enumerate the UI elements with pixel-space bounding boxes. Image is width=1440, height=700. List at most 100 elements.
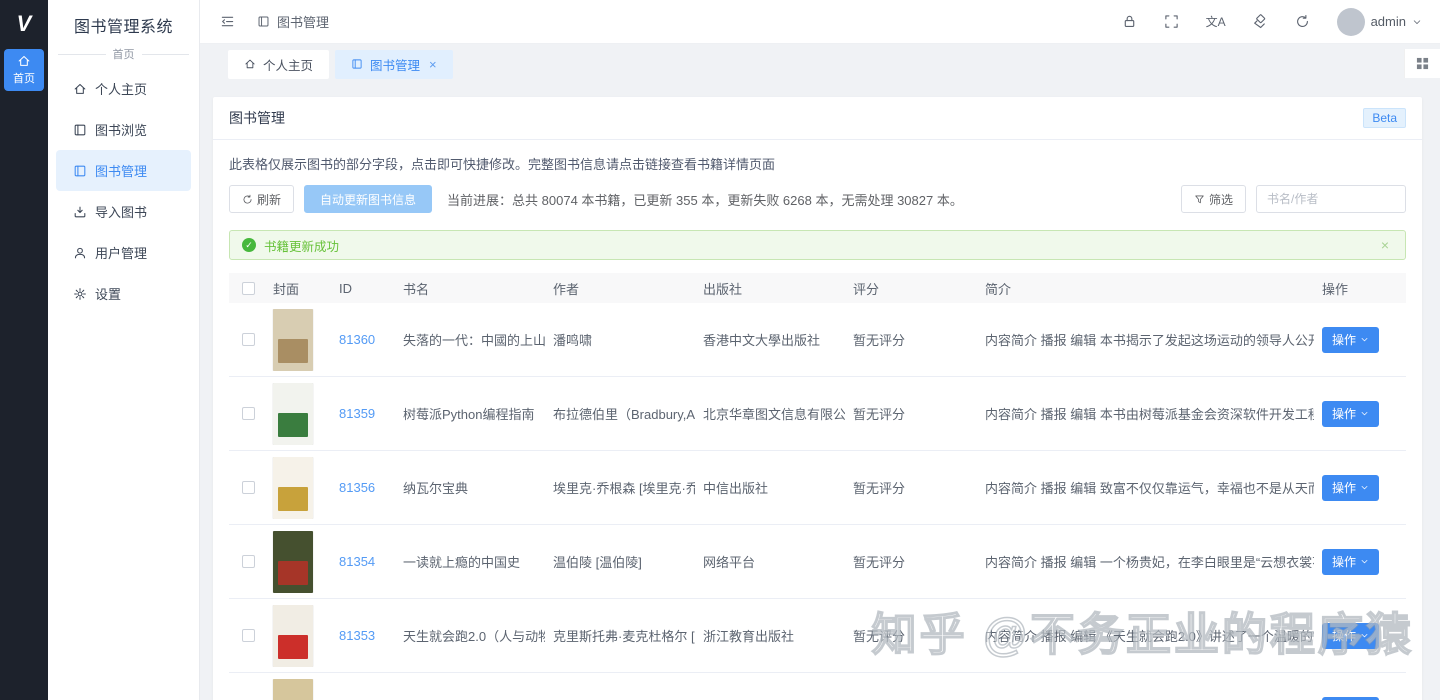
chevron-down-icon xyxy=(1360,631,1369,640)
auto-update-button[interactable]: 自动更新图书信息 xyxy=(304,185,432,213)
card-header: 图书管理 Beta xyxy=(213,97,1422,140)
fullscreen-icon[interactable] xyxy=(1164,14,1179,29)
book-intro-cell[interactable]: 内容简介 播报 编辑 《天生就会跑2.0》讲述了一个温暖的故事，驴兄 xyxy=(977,626,1314,645)
book-title-cell[interactable]: 纳瓦尔宝典 xyxy=(395,478,545,497)
card-body: 此表格仅展示图书的部分字段，点击即可快捷修改。完整图书信息请点击链接查看书籍详情… xyxy=(213,140,1422,700)
book-id-link[interactable]: 81360 xyxy=(339,332,375,347)
search-input[interactable] xyxy=(1256,185,1406,213)
book-publisher-cell[interactable]: 香港中文大學出版社 xyxy=(695,330,845,349)
table-row: 81356 纳瓦尔宝典 埃里克·乔根森 [埃里克·乔根森] 中信出版社 暂无评分… xyxy=(229,451,1406,525)
tab-book-manage[interactable]: 图书管理 × xyxy=(335,50,453,79)
sidebar-item-book-manage[interactable]: 图书管理 xyxy=(56,150,191,191)
sidebar-divider-label: 首页 xyxy=(106,46,142,62)
app-title: 图书管理系统 xyxy=(48,0,199,37)
book-title-cell[interactable]: 失落的一代：中國的上山下乡 xyxy=(395,330,545,349)
book-title-cell[interactable]: 一读就上瘾的中国史 xyxy=(395,552,545,571)
book-icon xyxy=(73,123,87,137)
book-rating-cell: 暂无评分 xyxy=(845,478,977,497)
avatar xyxy=(1337,8,1365,36)
rail-item-home[interactable]: 首页 xyxy=(4,49,44,91)
sidebar-fold-icon[interactable] xyxy=(220,14,235,29)
book-author-cell[interactable]: 克里斯托弗·麦克杜格尔 [克里斯托弗] xyxy=(545,626,695,645)
column-header-action: 操作 xyxy=(1314,279,1406,298)
tab-label: 个人主页 xyxy=(263,55,313,74)
translate-icon[interactable]: 文A xyxy=(1206,13,1226,30)
chevron-down-icon xyxy=(1360,483,1369,492)
row-checkbox[interactable] xyxy=(242,555,255,568)
home-icon xyxy=(73,82,87,96)
tab-profile[interactable]: 个人主页 xyxy=(228,50,329,79)
row-action-button[interactable]: 操作 xyxy=(1322,327,1379,353)
row-action-button[interactable]: 操作 xyxy=(1322,623,1379,649)
book-intro-cell[interactable]: 内容简介 播报 编辑 本书由树莓派基金会资深软件开发工程师亲笔撰写 xyxy=(977,404,1314,423)
sidebar-item-label: 图书管理 xyxy=(95,161,147,180)
chevron-down-icon xyxy=(1412,17,1422,27)
sidebar-item-profile[interactable]: 个人主页 xyxy=(48,68,199,109)
row-checkbox[interactable] xyxy=(242,629,255,642)
refresh-icon[interactable] xyxy=(1295,14,1310,29)
book-intro-cell[interactable]: 内容简介 播报 编辑 一个杨贵妃，在李白眼里是“云想衣裳花想容，看 xyxy=(977,552,1314,571)
app-root: V 首页 图书管理系统 首页 个人主页 图书浏览 图书管理 导入图书 xyxy=(0,0,1440,700)
alert-close-icon[interactable]: × xyxy=(1377,237,1393,253)
rail-sidebar: V 首页 xyxy=(0,0,48,700)
theme-icon[interactable] xyxy=(1253,14,1268,29)
book-intro-cell[interactable]: 内容简介 播报 编辑 本书揭示了发起这场运动的领导人公开或隐蔽的动机 xyxy=(977,330,1314,349)
select-all-checkbox[interactable] xyxy=(242,282,255,295)
grid-icon xyxy=(1416,57,1429,70)
book-publisher-cell[interactable]: 网络平台 xyxy=(695,552,845,571)
book-id-link[interactable]: 81353 xyxy=(339,628,375,643)
app-logo-icon: V xyxy=(17,9,32,39)
book-id-link[interactable]: 81356 xyxy=(339,480,375,495)
row-checkbox[interactable] xyxy=(242,481,255,494)
sidebar-item-import-books[interactable]: 导入图书 xyxy=(48,191,199,232)
table-header: 封面 ID 书名 作者 出版社 评分 简介 操作 xyxy=(229,273,1406,303)
table-row: 81352 金钱（经济危机为何反复发生） 约翰·肯尼思·加尔布雷思 [约翰] 中… xyxy=(229,673,1406,700)
cover-accent xyxy=(278,561,308,585)
tab-options-button[interactable] xyxy=(1404,49,1440,78)
book-rating-cell: 暂无评分 xyxy=(845,552,977,571)
sidebar-item-settings[interactable]: 设置 xyxy=(48,273,199,314)
refresh-button[interactable]: 刷新 xyxy=(229,185,294,213)
book-publisher-cell[interactable]: 北京华章图文信息有限公司 xyxy=(695,404,845,423)
breadcrumb[interactable]: 图书管理 xyxy=(257,12,329,31)
page-content: 图书管理 Beta 此表格仅展示图书的部分字段，点击即可快捷修改。完整图书信息请… xyxy=(200,84,1440,700)
row-action-button[interactable]: 操作 xyxy=(1322,549,1379,575)
book-author-cell[interactable]: 埃里克·乔根森 [埃里克·乔根森] xyxy=(545,478,695,497)
row-checkbox[interactable] xyxy=(242,407,255,420)
book-publisher-cell[interactable]: 中信出版社 xyxy=(695,478,845,497)
sidebar-item-user-manage[interactable]: 用户管理 xyxy=(48,232,199,273)
sidebar-item-label: 图书浏览 xyxy=(95,120,147,139)
book-cover xyxy=(273,383,313,445)
book-rating-cell: 暂无评分 xyxy=(845,330,977,349)
book-manage-card: 图书管理 Beta 此表格仅展示图书的部分字段，点击即可快捷修改。完整图书信息请… xyxy=(213,97,1422,700)
success-alert: ✓ 书籍更新成功 × xyxy=(229,230,1406,260)
beta-badge: Beta xyxy=(1363,108,1406,128)
row-checkbox[interactable] xyxy=(242,333,255,346)
row-action-button[interactable]: 操作 xyxy=(1322,697,1379,700)
filter-button-label: 筛选 xyxy=(1209,191,1233,208)
sidebar-item-book-browse[interactable]: 图书浏览 xyxy=(48,109,199,150)
book-intro-cell[interactable]: 内容简介 播报 编辑 致富不仅仅靠运气，幸福也不是从天而降的。积累 xyxy=(977,478,1314,497)
book-cover xyxy=(273,531,313,593)
tab-close-icon[interactable]: × xyxy=(429,58,437,71)
book-author-cell[interactable]: 温伯陵 [温伯陵] xyxy=(545,552,695,571)
book-publisher-cell[interactable]: 浙江教育出版社 xyxy=(695,626,845,645)
row-action-button[interactable]: 操作 xyxy=(1322,401,1379,427)
book-cover xyxy=(273,605,313,667)
book-id-link[interactable]: 81359 xyxy=(339,406,375,421)
book-id-link[interactable]: 81354 xyxy=(339,554,375,569)
table-row: 81354 一读就上瘾的中国史 温伯陵 [温伯陵] 网络平台 暂无评分 内容简介… xyxy=(229,525,1406,599)
progress-text: 当前进展：总共 80074 本书籍，已更新 355 本，更新失败 6268 本，… xyxy=(447,190,963,209)
sidebar-item-label: 导入图书 xyxy=(95,202,147,221)
filter-button[interactable]: 筛选 xyxy=(1181,185,1246,213)
book-title-cell[interactable]: 树莓派Python编程指南 xyxy=(395,404,545,423)
row-action-button[interactable]: 操作 xyxy=(1322,475,1379,501)
toolbar: 刷新 自动更新图书信息 当前进展：总共 80074 本书籍，已更新 355 本，… xyxy=(229,185,1406,213)
book-author-cell[interactable]: 布拉德伯里（Bradbury,A.） xyxy=(545,404,695,423)
row-action-label: 操作 xyxy=(1332,627,1356,644)
books-table: 封面 ID 书名 作者 出版社 评分 简介 操作 81360 失落的一代：中國的… xyxy=(229,273,1406,700)
book-title-cell[interactable]: 天生就会跑2.0（人与动物在奔跑中的治愈） xyxy=(395,626,545,645)
user-menu[interactable]: admin xyxy=(1337,8,1422,36)
lock-icon[interactable] xyxy=(1122,14,1137,29)
book-author-cell[interactable]: 潘鸣啸 xyxy=(545,330,695,349)
